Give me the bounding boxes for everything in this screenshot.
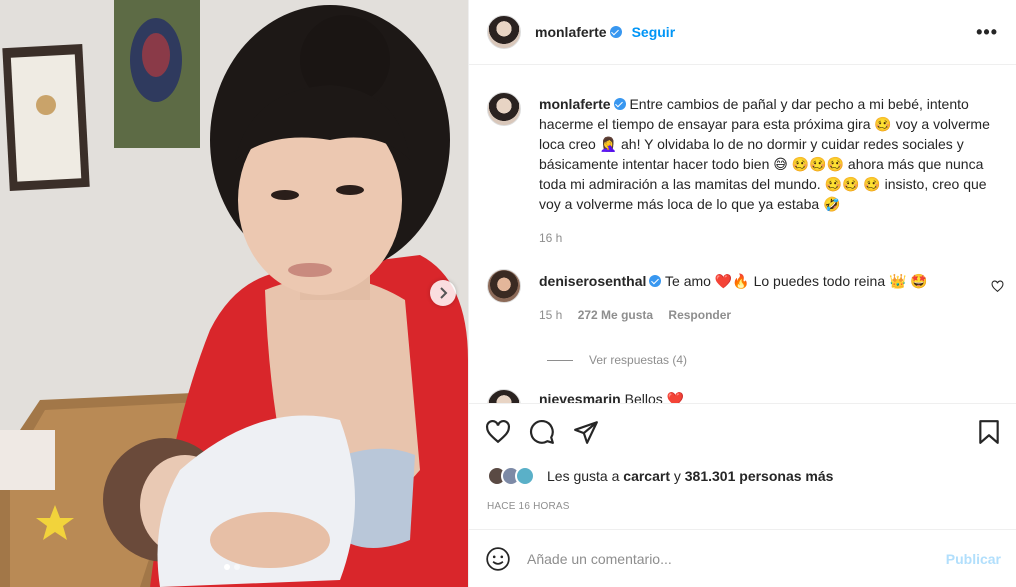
share-paper-plane-icon[interactable] <box>573 419 599 445</box>
emoji-smiley-icon[interactable] <box>485 546 511 572</box>
view-replies-label: Ver respuestas (4) <box>589 353 688 367</box>
save-bookmark-icon[interactable] <box>977 419 1001 445</box>
post-photo[interactable] <box>0 0 468 587</box>
comment-likes[interactable]: 272 Me gusta <box>578 308 653 322</box>
liker-avatar[interactable] <box>515 466 535 486</box>
comment-time[interactable]: 15 h <box>539 308 562 322</box>
likes-summary: Les gusta a carcart y 381.301 personas m… <box>487 466 833 486</box>
post-timestamp[interactable]: HACE 16 HORAS <box>487 501 570 512</box>
comment-text: Te amo ❤️🔥 Lo puedes todo reina 👑 🤩 <box>665 273 928 289</box>
verified-badge-icon <box>649 275 662 287</box>
verified-badge-icon <box>613 98 626 110</box>
post-details-panel: monlaferte Seguir ••• monlaferte Entre c… <box>468 0 1016 587</box>
caption-item: monlaferte Entre cambios de pañal y dar … <box>487 92 1009 248</box>
comment-input[interactable] <box>527 550 946 567</box>
more-options-icon[interactable]: ••• <box>976 22 998 43</box>
caption-avatar[interactable] <box>487 92 521 126</box>
publish-button[interactable]: Publicar <box>946 551 1001 567</box>
verified-badge-icon <box>609 26 622 38</box>
add-comment-bar: Publicar <box>469 529 1016 587</box>
caption-text: Entre cambios de pañal y dar pecho a mi … <box>539 96 990 212</box>
reply-button[interactable]: Responder <box>668 308 731 322</box>
comment-text: Bellos ❤️ <box>624 391 685 403</box>
post-header: monlaferte Seguir ••• <box>469 0 1016 65</box>
carousel-dot <box>234 564 240 570</box>
carousel-dots <box>224 564 240 570</box>
carousel-dot <box>224 564 230 570</box>
caption-time[interactable]: 16 h <box>539 231 562 245</box>
like-comment-heart-icon[interactable] <box>991 280 1004 293</box>
comment-bubble-icon[interactable] <box>529 419 555 445</box>
divider <box>547 359 573 361</box>
view-replies-button[interactable]: Ver respuestas (4) <box>547 353 687 367</box>
likes-prefix: Les gusta a <box>547 468 620 484</box>
comments-list[interactable]: monlaferte Entre cambios de pañal y dar … <box>469 66 1016 403</box>
likes-count[interactable]: 381.301 personas más <box>685 468 834 484</box>
post-actions: Les gusta a carcart y 381.301 personas m… <box>469 403 1016 512</box>
commenter-avatar[interactable] <box>487 269 521 303</box>
author-username[interactable]: monlaferte <box>535 24 607 40</box>
comment-username[interactable]: deniserosenthal <box>539 273 646 289</box>
caption-username[interactable]: monlaferte <box>539 96 611 112</box>
next-photo-button[interactable] <box>430 280 456 306</box>
like-heart-icon[interactable] <box>485 419 511 445</box>
commenter-avatar[interactable] <box>487 389 521 403</box>
photo-illustration <box>0 0 468 587</box>
chevron-right-icon <box>440 287 448 299</box>
comment-username[interactable]: nievesmarin <box>539 391 621 403</box>
comment-item: nievesmarin Bellos ❤️ <box>487 389 684 403</box>
likes-middle: y <box>673 468 681 484</box>
comment-item: deniserosenthal Te amo ❤️🔥 Lo puedes tod… <box>487 269 928 325</box>
follow-button[interactable]: Seguir <box>632 24 676 40</box>
liker-username[interactable]: carcart <box>623 468 670 484</box>
author-avatar[interactable] <box>487 15 521 49</box>
